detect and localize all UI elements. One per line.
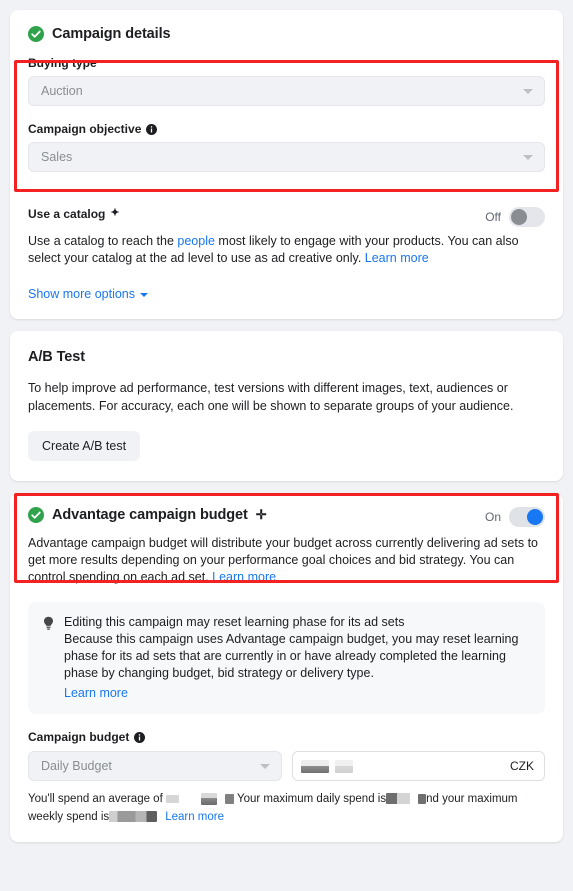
- learning-phase-notice: Editing this campaign may reset learning…: [28, 602, 545, 714]
- budget-amount-input[interactable]: CZK: [291, 751, 545, 781]
- buying-type-label-text: Buying type: [28, 56, 97, 70]
- toggle-switch-off[interactable]: [509, 207, 545, 227]
- people-link[interactable]: people: [177, 234, 215, 248]
- ab-test-card: A/B Test To help improve ad performance,…: [10, 331, 563, 481]
- notice-body: Because this campaign uses Advantage cam…: [64, 632, 519, 680]
- create-ab-test-button[interactable]: Create A/B test: [28, 431, 141, 461]
- redacted-block: [165, 794, 179, 803]
- ab-test-title: A/B Test: [28, 349, 85, 365]
- buying-type-value: Auction: [41, 84, 83, 98]
- campaign-objective-value: Sales: [41, 150, 73, 164]
- catalog-desc-part1: Use a catalog to reach the: [28, 234, 178, 248]
- budget-currency-label: CZK: [510, 759, 534, 773]
- use-a-catalog-section: Use a catalog ✦ Off Use a catalog to rea…: [28, 207, 545, 301]
- redacted-block: [334, 760, 353, 774]
- spend-note-learn-more-link[interactable]: Learn more: [165, 811, 224, 823]
- use-a-catalog-description: Use a catalog to reach the people most l…: [28, 233, 545, 267]
- campaign-objective-label-text: Campaign objective: [28, 122, 142, 136]
- sparkle-icon: ✦: [110, 206, 120, 219]
- toggle-switch-on[interactable]: [509, 507, 545, 527]
- green-check-icon: [28, 507, 44, 523]
- campaign-budget-label: Campaign budget: [28, 730, 545, 744]
- chevron-down-icon: [259, 764, 270, 769]
- budget-amount-value: [300, 759, 353, 774]
- budget-type-select[interactable]: Daily Budget: [28, 751, 282, 781]
- budget-type-value: Daily Budget: [41, 759, 112, 773]
- info-icon[interactable]: [146, 123, 158, 135]
- use-a-catalog-toggle[interactable]: Off: [485, 207, 545, 227]
- buying-type-select[interactable]: Auction: [28, 76, 545, 106]
- notice-title: Editing this campaign may reset learning…: [64, 615, 405, 629]
- advantage-budget-header: Advantage campaign budget ✛ On: [28, 507, 545, 527]
- redacted-block: [224, 793, 234, 804]
- catalog-learn-more-link[interactable]: Learn more: [365, 251, 429, 265]
- chevron-down-icon: [523, 89, 533, 94]
- use-a-catalog-toggle-state: Off: [485, 210, 501, 224]
- campaign-details-card: Campaign details Buying type Auction Cam…: [10, 10, 563, 319]
- redacted-block: [300, 760, 329, 774]
- chevron-down-icon: [140, 293, 149, 297]
- ab-test-description: To help improve ad performance, test ver…: [28, 381, 514, 413]
- campaign-details-header: Campaign details: [28, 26, 545, 42]
- redacted-block: [418, 793, 427, 804]
- advantage-budget-toggle-state: On: [484, 510, 501, 524]
- toggle-knob: [527, 509, 543, 525]
- chevron-down-icon: [523, 155, 533, 160]
- campaign-objective-field: Campaign objective Sales: [28, 122, 545, 172]
- sparkle-icon: ✛: [255, 506, 267, 522]
- buying-type-field: Buying type Auction: [28, 56, 545, 106]
- buying-type-label: Buying type: [28, 56, 545, 70]
- spend-note-part1: You'll spend an average of: [28, 793, 166, 805]
- lightbulb-icon: [44, 616, 53, 630]
- use-a-catalog-label: Use a catalog ✦: [28, 207, 120, 221]
- notice-learn-more-link[interactable]: Learn more: [64, 686, 128, 700]
- page-root: Campaign details Buying type Auction Cam…: [0, 0, 573, 891]
- advantage-budget-desc-text: Advantage campaign budget will distribut…: [28, 536, 539, 584]
- advantage-budget-title: Advantage campaign budget: [52, 507, 248, 523]
- advantage-budget-learn-more-link[interactable]: Learn more: [212, 570, 276, 584]
- redacted-block: [200, 792, 217, 805]
- spend-note-part2: Your maximum daily spend is: [233, 793, 387, 805]
- redacted-block: [386, 793, 411, 805]
- section-divider: [28, 190, 545, 191]
- campaign-budget-label-text: Campaign budget: [28, 730, 130, 744]
- campaign-objective-select[interactable]: Sales: [28, 142, 545, 172]
- page-title: Campaign details: [52, 26, 171, 42]
- use-a-catalog-label-text: Use a catalog: [28, 207, 106, 221]
- advantage-budget-toggle[interactable]: On: [485, 507, 545, 527]
- spend-estimate-note: You'll spend an average of Your maximum …: [28, 790, 545, 826]
- advantage-budget-description: Advantage campaign budget will distribut…: [28, 535, 545, 586]
- toggle-knob: [511, 209, 527, 225]
- show-more-options-button[interactable]: Show more options: [28, 287, 149, 301]
- show-more-options-label: Show more options: [28, 287, 136, 301]
- campaign-budget-row: Daily Budget CZK: [28, 751, 545, 781]
- redacted-block: [109, 811, 158, 823]
- green-check-icon: [28, 26, 44, 42]
- campaign-objective-label: Campaign objective: [28, 122, 545, 136]
- info-icon[interactable]: [134, 731, 146, 743]
- advantage-campaign-budget-card: Advantage campaign budget ✛ On Advantage…: [10, 493, 563, 842]
